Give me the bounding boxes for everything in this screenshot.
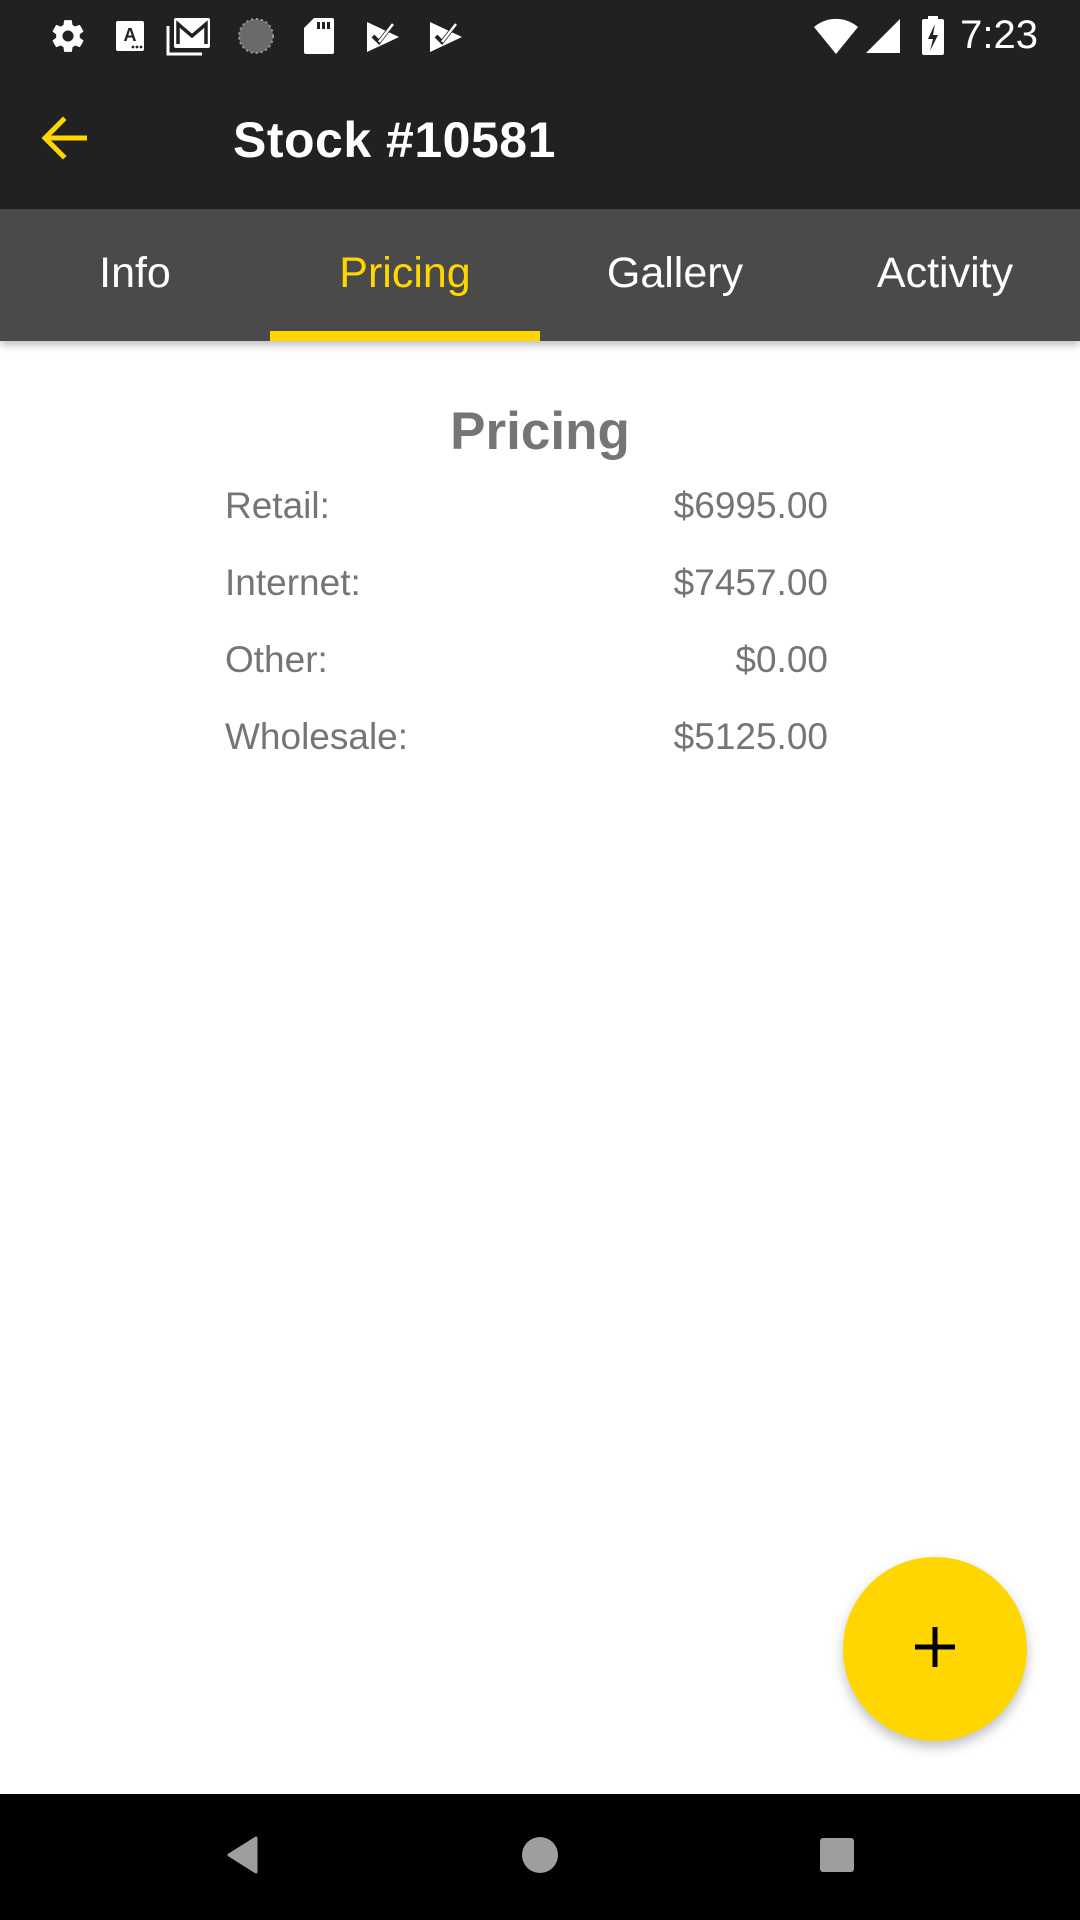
system-nav-bar [0, 1794, 1080, 1920]
status-bar: A 7:23 [0, 0, 1080, 70]
nav-recents-button[interactable] [797, 1817, 877, 1897]
arrow-left-icon [41, 115, 88, 165]
battery-charging-icon [920, 16, 946, 56]
gear-icon [48, 16, 88, 56]
price-row-other: Other: $0.00 [225, 630, 828, 690]
app-toolbar: Stock #10581 [0, 70, 1080, 209]
price-value: $5125.00 [673, 716, 828, 757]
price-label: Other: [225, 639, 328, 680]
back-button[interactable] [24, 100, 104, 180]
tab-info[interactable]: Info [0, 209, 270, 341]
price-label: Internet: [225, 562, 361, 603]
price-value: $0.00 [735, 639, 828, 680]
keyboard-a-icon: A [113, 16, 147, 56]
price-row-internet: Internet: $7457.00 [225, 553, 828, 613]
back-triangle-icon [226, 1836, 260, 1879]
tab-bar: Info Pricing Gallery Activity [0, 209, 1080, 341]
page-title: Stock #10581 [233, 112, 556, 168]
sync-spinner-icon [236, 16, 276, 56]
pricing-title: Pricing [450, 402, 630, 461]
price-label: Wholesale: [225, 716, 409, 757]
tab-active-indicator [270, 331, 540, 341]
price-value: $7457.00 [673, 562, 828, 603]
tab-label: Pricing [339, 248, 471, 297]
price-row-retail: Retail: $6995.00 [225, 476, 828, 536]
tab-label: Gallery [606, 248, 744, 297]
price-value: $6995.00 [673, 485, 828, 526]
add-button[interactable] [843, 1557, 1027, 1741]
play-check-icon [427, 16, 465, 56]
play-check-icon [364, 16, 402, 56]
cell-signal-icon [864, 16, 902, 56]
tab-label: Activity [876, 248, 1014, 297]
nav-back-button[interactable] [203, 1817, 283, 1897]
home-circle-icon [521, 1836, 559, 1879]
gmail-icon [166, 16, 212, 56]
price-label: Retail: [225, 485, 330, 526]
sd-card-icon [302, 16, 336, 56]
tab-activity[interactable]: Activity [810, 209, 1080, 341]
tab-label: Info [99, 248, 171, 297]
tab-pricing[interactable]: Pricing [270, 209, 540, 341]
price-row-wholesale: Wholesale: $5125.00 [225, 707, 828, 767]
recents-square-icon [819, 1837, 855, 1878]
svg-text:A: A [124, 25, 137, 45]
plus-icon [913, 1625, 957, 1674]
status-time: 7:23 [960, 13, 1038, 57]
tab-gallery[interactable]: Gallery [540, 209, 810, 341]
wifi-icon [812, 16, 860, 56]
nav-home-button[interactable] [500, 1817, 580, 1897]
